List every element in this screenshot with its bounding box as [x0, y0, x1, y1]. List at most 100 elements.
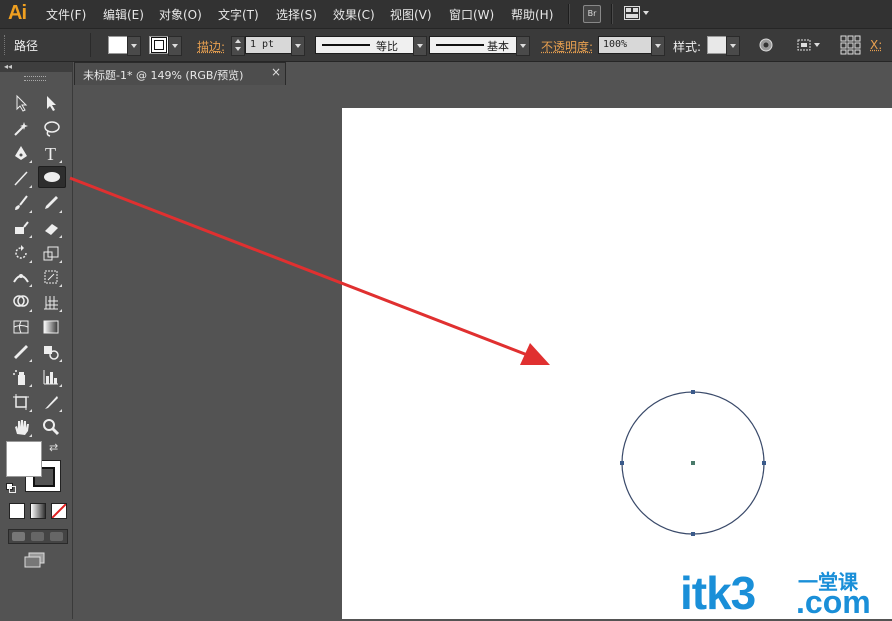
artboard-tool[interactable] [9, 391, 33, 413]
pencil-tool[interactable] [39, 192, 63, 214]
color-mode-button[interactable] [9, 503, 25, 519]
perspective-grid-icon [44, 296, 58, 310]
paintbrush-tool[interactable] [9, 192, 33, 214]
blob-brush-tool[interactable] [9, 217, 33, 239]
menu-effect[interactable]: 效果(C) [333, 6, 375, 23]
free-transform-tool[interactable] [39, 266, 63, 288]
close-tab-icon[interactable]: × [271, 65, 281, 79]
variable-width-profile-select[interactable]: 等比 [315, 36, 415, 54]
stroke-dropdown-arrow[interactable] [168, 36, 182, 56]
hand-tool[interactable] [9, 416, 33, 438]
graphic-style-swatch[interactable] [707, 36, 727, 54]
brush-definition-select[interactable]: 基本 [429, 36, 517, 54]
gradient-icon [43, 320, 59, 334]
eyedropper-tool[interactable] [9, 341, 33, 363]
change-screen-mode-button[interactable] [24, 552, 46, 571]
ellipse-tool[interactable] [38, 166, 66, 188]
slice-tool[interactable] [39, 391, 63, 413]
column-graph-tool[interactable] [39, 366, 63, 388]
artboard-icon [13, 394, 29, 410]
profile-dropdown-arrow[interactable] [413, 36, 427, 56]
type-t-icon: T [45, 144, 56, 162]
x-position-label[interactable]: X: [870, 38, 882, 52]
arrange-documents-button[interactable] [624, 6, 650, 20]
align-to-button[interactable] [796, 37, 824, 56]
width-tool[interactable] [9, 266, 33, 288]
bar-graph-icon [43, 370, 58, 385]
selection-type-label: 路径 [14, 39, 39, 53]
collapse-panel-icon[interactable]: ◂◂ [4, 62, 12, 71]
perspective-grid-tool[interactable] [39, 291, 63, 313]
stroke-weight-dropdown[interactable] [291, 36, 305, 56]
selected-circle-path[interactable] [600, 370, 785, 555]
document-tab[interactable]: 未标题-1* @ 149% (RGB/预览) × [74, 62, 286, 85]
type-tool[interactable]: T [39, 142, 63, 164]
menu-file[interactable]: 文件(F) [46, 6, 86, 23]
watermark-text: itk3 [680, 567, 756, 619]
draw-inside-button[interactable] [50, 532, 63, 541]
brush-label: 基本 [487, 40, 509, 53]
gradient-tool[interactable] [39, 316, 63, 338]
opacity-label[interactable]: 不透明度: [541, 38, 593, 55]
mesh-tool[interactable] [9, 316, 33, 338]
menu-help[interactable]: 帮助(H) [511, 6, 553, 23]
drawing-modes-group [8, 529, 68, 544]
opacity-dropdown[interactable] [651, 36, 665, 56]
opacity-input[interactable]: 100% [598, 36, 654, 54]
none-mode-button[interactable] [51, 503, 67, 519]
hand-icon [15, 420, 29, 435]
selection-tool[interactable] [9, 92, 33, 114]
draw-normal-button[interactable] [12, 532, 25, 541]
stroke-weight-stepper[interactable] [231, 36, 245, 56]
zoom-tool[interactable] [39, 416, 63, 438]
align-options-button[interactable] [840, 35, 862, 58]
rotate-tool[interactable] [9, 242, 33, 264]
bridge-button[interactable]: Br [583, 5, 601, 23]
knife-icon [45, 396, 58, 409]
document-tab-title: 未标题-1* @ 149% (RGB/预览) [83, 69, 244, 82]
pencil-icon [45, 196, 58, 209]
blob-brush-icon [15, 221, 29, 234]
anchor-point[interactable] [691, 390, 695, 394]
recolor-artwork-button[interactable] [758, 37, 774, 56]
menu-object[interactable]: 对象(O) [159, 6, 202, 23]
scale-tool[interactable] [39, 242, 63, 264]
anchor-point[interactable] [620, 461, 624, 465]
color-wheel-icon [759, 38, 773, 52]
menu-edit[interactable]: 编辑(E) [103, 6, 144, 23]
panel-grip[interactable] [24, 76, 46, 81]
menu-view[interactable]: 视图(V) [390, 6, 432, 23]
default-colors-icon[interactable] [6, 482, 16, 493]
direct-selection-tool[interactable] [39, 92, 63, 114]
menu-select[interactable]: 选择(S) [276, 6, 317, 23]
anchor-point[interactable] [762, 461, 766, 465]
fill-color-swatch[interactable] [108, 36, 128, 54]
menu-window[interactable]: 窗口(W) [449, 6, 494, 23]
blend-tool[interactable] [39, 341, 63, 363]
eraser-tool[interactable] [39, 217, 63, 239]
stroke-color-swatch[interactable] [149, 36, 169, 54]
draw-behind-button[interactable] [31, 532, 44, 541]
center-point[interactable] [691, 461, 695, 465]
gradient-mode-button[interactable] [30, 503, 46, 519]
graphic-style-dropdown[interactable] [726, 36, 740, 56]
magic-wand-tool[interactable] [9, 117, 33, 139]
fill-color-indicator[interactable] [6, 441, 42, 477]
control-bar-grip[interactable] [4, 35, 7, 55]
ellipse-icon [44, 172, 60, 182]
swap-colors-icon[interactable]: ⇄ [49, 441, 58, 454]
stroke-label[interactable]: 描边: [197, 38, 225, 55]
pen-tool[interactable] [9, 142, 33, 164]
line-segment-tool[interactable] [9, 167, 33, 189]
mesh-grid-icon [13, 320, 29, 334]
brush-dropdown-arrow[interactable] [516, 36, 530, 56]
magic-wand-icon [14, 122, 28, 136]
menu-type[interactable]: 文字(T) [218, 6, 259, 23]
fill-dropdown-arrow[interactable] [127, 36, 141, 56]
lasso-tool[interactable] [39, 117, 63, 139]
symbol-sprayer-tool[interactable] [9, 366, 33, 388]
shape-builder-tool[interactable] [9, 291, 33, 313]
stroke-weight-input[interactable]: 1 pt [245, 36, 294, 54]
pen-nib-icon [15, 146, 27, 160]
anchor-point[interactable] [691, 532, 695, 536]
